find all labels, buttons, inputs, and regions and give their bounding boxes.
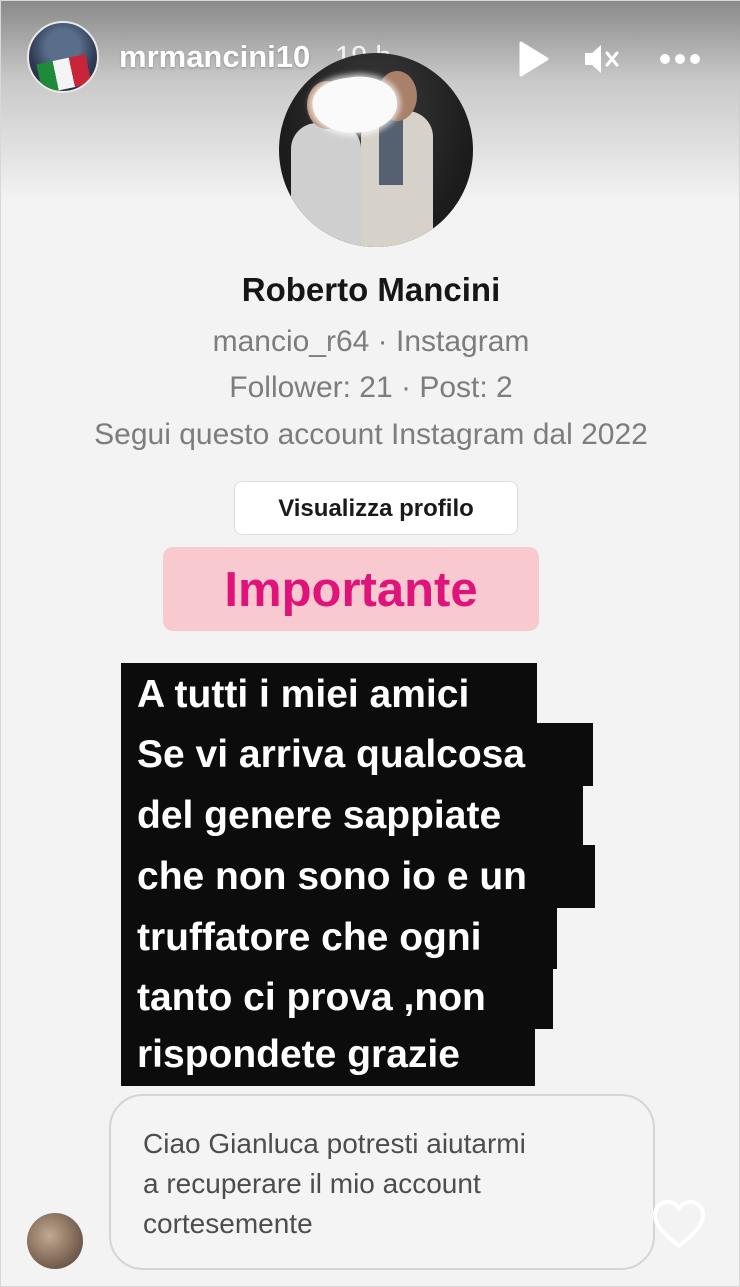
- warning-line: A tutti i miei amici: [121, 663, 537, 726]
- photo-scarf: [379, 115, 403, 185]
- sender-avatar[interactable]: [27, 1213, 83, 1269]
- volume-muted-icon[interactable]: [581, 39, 621, 79]
- profile-follow-since: Segui questo account Instagram dal 2022: [94, 418, 648, 451]
- play-icon[interactable]: [513, 39, 553, 79]
- warning-line: truffatore che ogni: [121, 906, 557, 969]
- profile-stats: Follower: 21 · Post: 2: [229, 371, 513, 404]
- warning-line: del genere sappiate: [121, 784, 583, 847]
- heart-icon[interactable]: [651, 1199, 707, 1251]
- message-line: cortesemente: [143, 1208, 313, 1239]
- warning-line: che non sono io e un: [121, 845, 595, 908]
- warning-line: Se vi arriva qualcosa: [121, 723, 593, 786]
- message-bubble: Ciao Gianluca potresti aiutarmi a recupe…: [109, 1094, 655, 1270]
- message-line: Ciao Gianluca potresti aiutarmi: [143, 1128, 526, 1159]
- view-profile-button[interactable]: Visualizza profilo: [234, 481, 518, 535]
- more-icon[interactable]: [657, 39, 703, 79]
- important-sticker: Importante: [163, 547, 539, 631]
- warning-line: rispondete grazie: [121, 1023, 535, 1086]
- profile-handle: mancio_r64 · Instagram: [212, 325, 530, 358]
- account-username[interactable]: mrmancini10: [119, 39, 310, 75]
- photo-person: [291, 123, 361, 247]
- account-avatar[interactable]: [27, 21, 99, 93]
- profile-name: Roberto Mancini: [241, 271, 501, 308]
- story-view: mrmancini10 19 h Roberto Mancini mancio_…: [0, 0, 740, 1287]
- warning-line: tanto ci prova ,non: [121, 966, 553, 1029]
- message-line: a recuperare il mio account: [143, 1168, 481, 1199]
